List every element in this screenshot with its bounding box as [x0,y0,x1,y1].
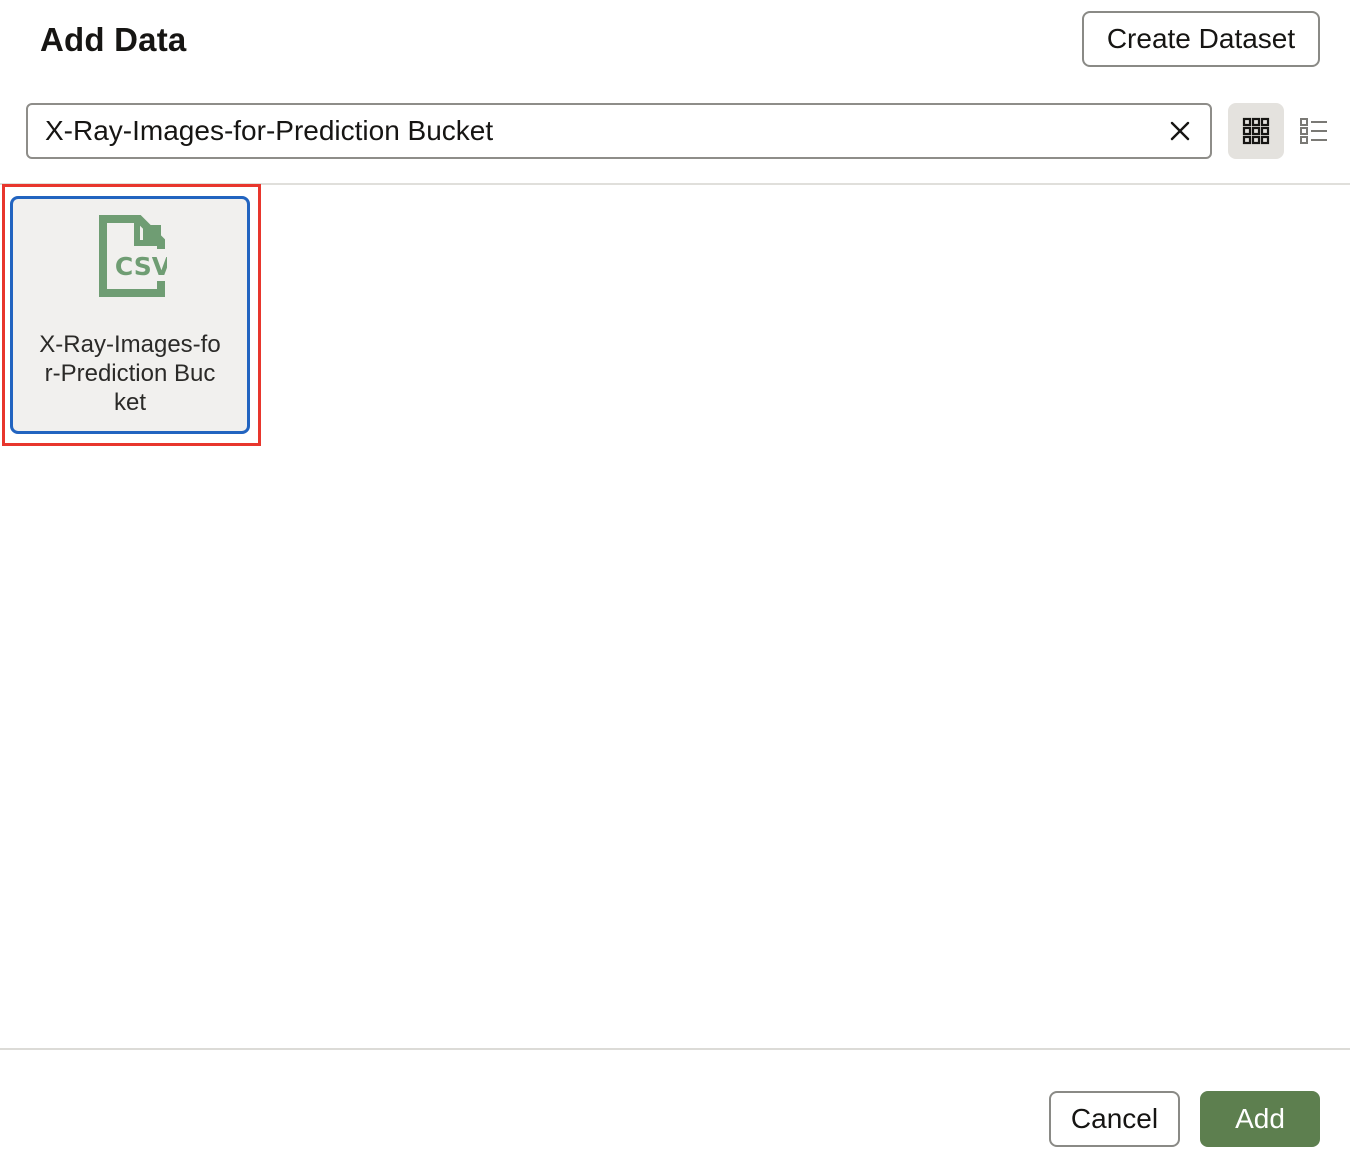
cancel-button[interactable]: Cancel [1049,1091,1180,1147]
csv-file-icon: CSV [99,215,167,297]
grid-icon [1242,117,1270,145]
dataset-card-label: X-Ray-Images-for-Prediction Bucket [39,331,221,416]
footer-divider [0,1048,1350,1050]
create-dataset-button[interactable]: Create Dataset [1082,11,1320,67]
csv-icon-text: CSV [115,252,167,281]
grid-view-button[interactable] [1228,103,1284,159]
list-icon [1300,118,1327,144]
search-input[interactable]: X-Ray-Images-for-Prediction Bucket [26,103,1212,159]
dataset-card[interactable]: CSV X-Ray-Images-for-Prediction Bucket [10,196,250,434]
search-input-value[interactable]: X-Ray-Images-for-Prediction Bucket [45,115,1210,147]
list-view-button[interactable] [1286,103,1342,159]
add-button[interactable]: Add [1200,1091,1320,1147]
add-data-dialog: Add Data Create Dataset X-Ray-Images-for… [0,0,1350,1176]
dialog-title: Add Data [40,21,187,58]
close-icon[interactable] [1166,117,1194,145]
